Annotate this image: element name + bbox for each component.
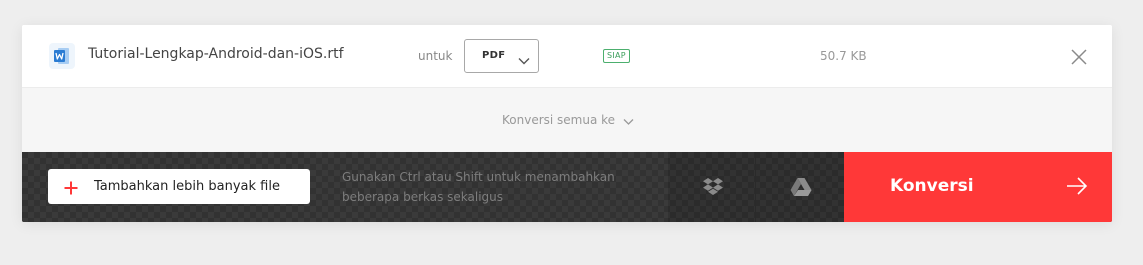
add-more-files-button[interactable]: Tambahkan lebih banyak file <box>48 169 310 204</box>
convert-all-row: Konversi semua ke <box>22 88 1112 152</box>
convert-all-label: Konversi semua ke <box>502 113 616 127</box>
target-format-value: PDF <box>482 50 506 61</box>
convert-button-label: Konversi <box>890 176 974 196</box>
action-bar: Tambahkan lebih banyak file Gunakan Ctrl… <box>22 152 1112 222</box>
convert-button[interactable]: Konversi <box>844 152 1112 222</box>
google-drive-button[interactable] <box>756 152 844 222</box>
plus-icon <box>64 180 78 199</box>
dropbox-icon <box>703 178 723 195</box>
chevron-down-icon <box>623 111 634 130</box>
arrow-right-icon <box>1066 176 1088 200</box>
convert-all-dropdown[interactable]: Konversi semua ke <box>502 112 634 128</box>
status-badge: SIAP <box>603 49 630 63</box>
google-drive-icon <box>790 178 812 196</box>
multi-select-hint: Gunakan Ctrl atau Shift untuk menambahka… <box>342 170 615 204</box>
target-format-select[interactable]: PDF <box>464 39 539 73</box>
dropbox-button[interactable] <box>668 152 756 222</box>
remove-file-button[interactable] <box>1070 48 1088 66</box>
add-more-files-label: Tambahkan lebih banyak file <box>94 179 280 194</box>
file-name: Tutorial-Lengkap-Android-dan-iOS.rtf <box>88 46 344 62</box>
file-size: 50.7 KB <box>820 49 867 63</box>
close-icon <box>1071 49 1087 65</box>
word-document-icon <box>49 43 75 69</box>
chevron-down-icon <box>518 51 530 70</box>
file-row: Tutorial-Lengkap-Android-dan-iOS.rtf unt… <box>22 25 1112 88</box>
target-format-label: untuk <box>418 49 453 63</box>
converter-panel: Tutorial-Lengkap-Android-dan-iOS.rtf unt… <box>22 25 1112 222</box>
